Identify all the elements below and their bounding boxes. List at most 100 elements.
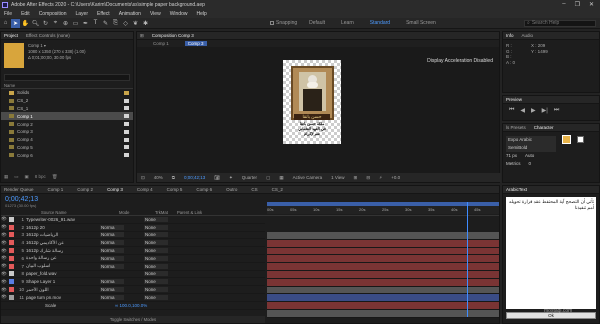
parent-dropdown[interactable]: None	[144, 279, 168, 285]
visibility-eye-icon[interactable]: 👁	[1, 294, 7, 300]
work-area-bar[interactable]	[267, 202, 499, 206]
parent-dropdown[interactable]: None	[144, 248, 168, 254]
menu-view[interactable]: View	[150, 11, 161, 17]
workspace-default[interactable]: Default	[309, 20, 325, 26]
parent-dropdown[interactable]: None	[144, 216, 168, 222]
tab-effects-presets[interactable]: ls Presets	[506, 125, 526, 130]
workspace-learn[interactable]: Learn	[341, 20, 354, 26]
tab-comp-4[interactable]: Comp 4	[137, 187, 153, 192]
col-parent[interactable]: Parent & Link	[177, 210, 202, 215]
layer-mode-dropdown[interactable]: Norma	[100, 232, 124, 238]
list-item-selected[interactable]: Comp 1	[1, 112, 133, 121]
parent-dropdown[interactable]: None	[144, 232, 168, 238]
region-of-interest-icon[interactable]: ▢	[266, 175, 270, 181]
tab-cs[interactable]: CS	[251, 187, 257, 192]
layer-mode-dropdown[interactable]: Norma	[100, 287, 124, 293]
list-item[interactable]: Comp 6	[1, 151, 133, 159]
tab-comp-5[interactable]: Comp 5	[167, 187, 183, 192]
col-source-name[interactable]: Source Name	[41, 210, 119, 215]
font-size-field[interactable]: 71 px	[506, 152, 517, 160]
snapping-checkbox[interactable]	[270, 21, 274, 25]
rectangle-tool-icon[interactable]: ▭	[71, 19, 80, 28]
clone-tool-icon[interactable]: ⎘	[111, 19, 120, 28]
layer-row[interactable]: 👁 4 1612p عن الأكاديمي Norma None	[1, 239, 265, 248]
tab-comp-1[interactable]: Comp 1	[48, 187, 64, 192]
layer-row[interactable]: 👁 7 أسلوب البيان Norma None	[1, 263, 265, 271]
visibility-eye-icon[interactable]: 👁	[1, 263, 7, 269]
layer-name[interactable]: 1612p رسالة شارك	[26, 248, 96, 254]
layer-mode-dropdown[interactable]: Norma	[100, 248, 124, 254]
layer-duration-bar[interactable]	[267, 294, 499, 303]
menu-help[interactable]: Help	[196, 11, 206, 17]
camera-tool-icon[interactable]: ⌖	[51, 19, 60, 28]
menu-layer[interactable]: Layer	[75, 11, 88, 17]
last-frame-icon[interactable]: ⏭	[554, 107, 559, 114]
viewer-tab-comp-1[interactable]: Comp 1	[153, 41, 169, 46]
layer-row[interactable]: 👁 8 paper_fold.wav None	[1, 271, 265, 279]
maximize-button[interactable]: ❐	[575, 1, 580, 8]
menu-window[interactable]: Window	[170, 11, 188, 17]
visibility-eye-icon[interactable]: 👁	[1, 255, 7, 261]
layer-label-swatch[interactable]	[9, 224, 14, 230]
pen-tool-icon[interactable]: ✒	[81, 19, 90, 28]
layer-row[interactable]: 👁 11 page turn pn.mov Norma None	[1, 294, 265, 302]
tab-preview[interactable]: Preview	[506, 97, 522, 102]
layer-name[interactable]: أسلوب البيان	[26, 263, 96, 269]
tracking-field[interactable]: 0	[529, 160, 532, 168]
stroke-color-swatch[interactable]	[577, 136, 584, 143]
layer-row[interactable]: 👁 10 اللون الأحمر Norma None	[1, 286, 265, 294]
grid-icon[interactable]: ⊟	[366, 175, 370, 181]
channel-icon[interactable]: ⊞	[354, 175, 358, 181]
tab-effect-controls[interactable]: Effect Controls (none)	[26, 33, 70, 38]
zoom-tool-icon[interactable]: 🔍︎	[31, 19, 40, 28]
layer-mode-dropdown[interactable]: Norma	[100, 279, 124, 285]
layer-name[interactable]: 1612p عن الأكاديمي	[26, 240, 96, 246]
layer-duration-bar[interactable]	[267, 309, 499, 318]
visibility-eye-icon[interactable]: 👁	[1, 232, 7, 238]
parent-dropdown[interactable]: None	[144, 263, 168, 269]
layer-duration-bar[interactable]	[267, 239, 499, 248]
tab-comp-6[interactable]: Comp 6	[196, 187, 212, 192]
hand-tool-icon[interactable]: ✋	[21, 19, 30, 28]
list-item[interactable]: CS_2	[1, 97, 133, 105]
fast-preview-icon[interactable]: ⚡︎	[379, 175, 382, 181]
pan-behind-tool-icon[interactable]: ⊕	[61, 19, 70, 28]
camera-dropdown[interactable]: Active Camera	[293, 175, 323, 180]
prev-frame-icon[interactable]: ◀	[520, 107, 525, 114]
color-channel-icon[interactable]: ✦	[229, 175, 233, 181]
scale-value[interactable]: ∞ 100.0,100.0%	[115, 303, 147, 308]
snapshot-icon[interactable]: ⧉	[172, 175, 175, 180]
rotate-tool-icon[interactable]: ↻	[41, 19, 50, 28]
kerning-field[interactable]: Metrics	[506, 160, 521, 168]
visibility-eye-icon[interactable]: 👁	[1, 287, 7, 293]
resolution-dropdown[interactable]: Quarter	[242, 175, 257, 180]
visibility-eye-icon[interactable]: 👁	[1, 279, 7, 285]
close-button[interactable]: ✕	[589, 1, 594, 8]
layer-label-swatch[interactable]	[9, 216, 14, 222]
workspace-standard[interactable]: Standard	[370, 20, 390, 26]
layer-row[interactable]: 👁 1 Typewriter-0026_91.wav None	[1, 216, 265, 224]
snapping-toggle[interactable]: Snapping	[270, 20, 297, 26]
parent-dropdown[interactable]: None	[144, 240, 168, 246]
col-mode[interactable]: Mode	[119, 210, 155, 215]
layer-name[interactable]: Typewriter-0026_91.wav	[26, 217, 96, 222]
layer-name[interactable]: 1612p 20	[26, 225, 96, 230]
interpret-footage-icon[interactable]: ▦	[4, 174, 8, 180]
play-icon[interactable]: ▶	[531, 107, 536, 114]
zoom-dropdown[interactable]: 40%	[154, 175, 163, 180]
tab-cs-2[interactable]: CS_2	[272, 187, 283, 192]
visibility-eye-icon[interactable]: 👁	[1, 240, 7, 246]
menu-file[interactable]: File	[4, 11, 12, 17]
visibility-eye-icon[interactable]: 👁	[1, 248, 7, 254]
list-item[interactable]: CS_1	[1, 105, 133, 113]
always-preview-icon[interactable]: ⊡	[141, 175, 145, 181]
next-frame-icon[interactable]: ▶|	[542, 107, 548, 114]
brush-tool-icon[interactable]: ✎	[101, 19, 110, 28]
list-item[interactable]: Comp 4	[1, 136, 133, 144]
parent-dropdown[interactable]: None	[144, 255, 168, 261]
layer-name[interactable]: عن رسالة واحدة	[26, 255, 96, 261]
visibility-eye-icon[interactable]: 👁	[1, 224, 7, 230]
leading-field[interactable]: Auto	[525, 152, 534, 160]
menu-edit[interactable]: Edit	[21, 11, 30, 17]
tab-comp-2[interactable]: Comp 2	[77, 187, 93, 192]
